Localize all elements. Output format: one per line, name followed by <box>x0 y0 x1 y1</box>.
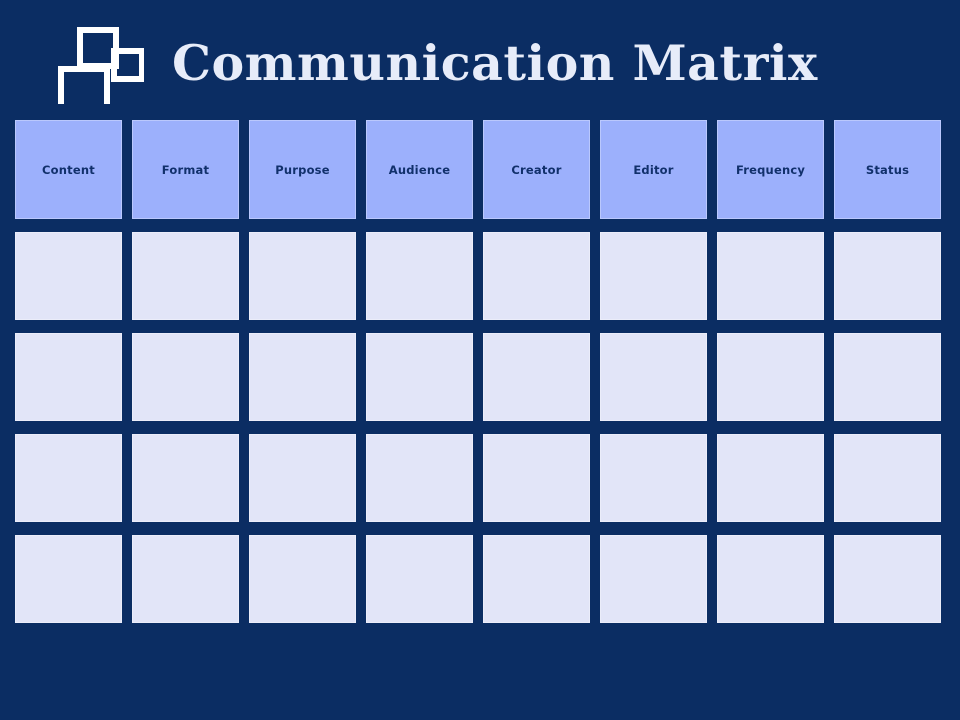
slide-canvas: Communication Matrix Content Format Purp… <box>0 0 960 720</box>
matrix-cell[interactable] <box>366 232 473 320</box>
matrix-cell[interactable] <box>717 535 824 623</box>
matrix-cell[interactable] <box>366 434 473 522</box>
matrix-cell[interactable] <box>132 232 239 320</box>
matrix-cell[interactable] <box>834 434 941 522</box>
matrix-cell[interactable] <box>366 333 473 421</box>
matrix-cell[interactable] <box>600 434 707 522</box>
matrix-cell[interactable] <box>717 434 824 522</box>
matrix-cell[interactable] <box>132 333 239 421</box>
matrix-cell[interactable] <box>132 434 239 522</box>
three-squares-outline-icon <box>58 27 145 118</box>
matrix-header-cell-purpose[interactable]: Purpose <box>249 120 356 219</box>
matrix-header-cell-audience[interactable]: Audience <box>366 120 473 219</box>
matrix-cell[interactable] <box>366 535 473 623</box>
page-title: Communication Matrix <box>172 34 818 92</box>
matrix-cell[interactable] <box>249 434 356 522</box>
matrix-cell[interactable] <box>249 232 356 320</box>
matrix-header-label: Purpose <box>275 162 330 177</box>
matrix-header-cell-content[interactable]: Content <box>15 120 122 219</box>
slide-header: Communication Matrix <box>0 0 960 118</box>
matrix-header-cell-status[interactable]: Status <box>834 120 941 219</box>
matrix-cell[interactable] <box>600 232 707 320</box>
matrix-cell[interactable] <box>483 333 590 421</box>
matrix-cell[interactable] <box>834 232 941 320</box>
matrix-header-cell-creator[interactable]: Creator <box>483 120 590 219</box>
matrix-cell[interactable] <box>249 535 356 623</box>
matrix-cell[interactable] <box>717 232 824 320</box>
matrix-header-cell-frequency[interactable]: Frequency <box>717 120 824 219</box>
matrix-cell[interactable] <box>483 232 590 320</box>
matrix-header-label: Audience <box>388 162 451 177</box>
matrix-header-cell-editor[interactable]: Editor <box>600 120 707 219</box>
matrix-cell[interactable] <box>600 333 707 421</box>
matrix-cell[interactable] <box>249 333 356 421</box>
matrix-cell[interactable] <box>15 232 122 320</box>
matrix-header-label: Content <box>42 162 95 177</box>
matrix-cell[interactable] <box>483 434 590 522</box>
matrix-header-label: Editor <box>633 162 674 177</box>
matrix-header-label: Status <box>865 162 910 177</box>
matrix-header-label: Format <box>161 162 210 177</box>
matrix-cell[interactable] <box>834 535 941 623</box>
matrix-cell[interactable] <box>600 535 707 623</box>
matrix-cell[interactable] <box>15 333 122 421</box>
matrix-cell[interactable] <box>483 535 590 623</box>
matrix-header-label: Creator <box>511 162 562 177</box>
matrix-header-label: Frequency <box>735 162 806 177</box>
matrix-cell[interactable] <box>15 434 122 522</box>
matrix-cell[interactable] <box>717 333 824 421</box>
matrix-cell[interactable] <box>834 333 941 421</box>
matrix-cell[interactable] <box>132 535 239 623</box>
matrix-cell[interactable] <box>15 535 122 623</box>
matrix-header-cell-format[interactable]: Format <box>132 120 239 219</box>
communication-matrix-grid: Content Format Purpose Audience Creator … <box>15 120 941 623</box>
